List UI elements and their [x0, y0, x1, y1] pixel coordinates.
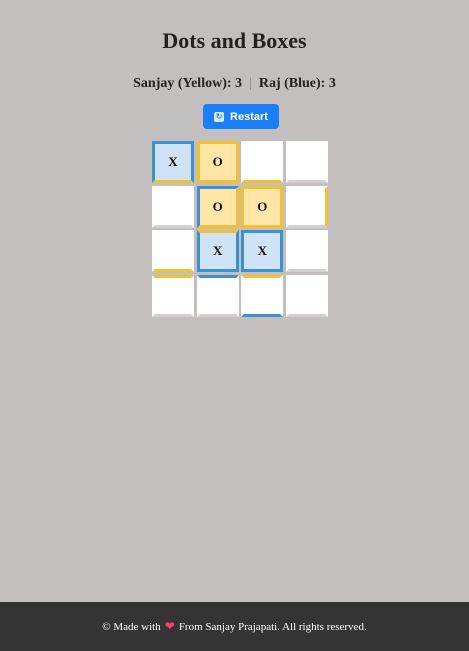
board-cell[interactable]	[196, 275, 239, 317]
footer: © Made with ❤ From Sanjay Prajapati. All…	[0, 602, 469, 651]
board-cell[interactable]	[286, 141, 328, 183]
heart-icon: ❤	[164, 619, 175, 633]
board-cell[interactable]	[152, 275, 194, 317]
board-cell[interactable]	[152, 185, 194, 228]
cell-mark: X	[212, 243, 223, 259]
player2-score: Raj (Blue): 3	[258, 76, 336, 91]
scoreboard: Sanjay (Yellow): 3 | Raj (Blue): 3	[0, 76, 469, 92]
footer-suffix: From Sanjay Prajapati. All rights reserv…	[178, 620, 367, 633]
board-cell[interactable]: X	[241, 230, 284, 273]
board-cell[interactable]	[241, 141, 284, 183]
cell-mark: X	[168, 154, 178, 169]
restart-button[interactable]: ↻ Restart	[203, 104, 279, 129]
board-cell[interactable]: X	[196, 230, 239, 273]
board-cell[interactable]	[286, 185, 328, 228]
cell-mark: O	[212, 154, 223, 169]
board-cell[interactable]: O	[241, 185, 284, 228]
board-cell[interactable]	[152, 230, 194, 273]
board-cell[interactable]: O	[196, 141, 239, 183]
board-cell[interactable]	[241, 275, 284, 317]
restart-label: Restart	[230, 110, 268, 123]
score-separator: |	[249, 76, 252, 91]
board-cell[interactable]	[286, 230, 328, 273]
board-cell[interactable]: O	[196, 185, 239, 228]
board-cell[interactable]	[286, 275, 328, 317]
cell-mark: O	[212, 198, 223, 214]
cell-mark: X	[257, 243, 268, 259]
game-board: X O O O X X	[152, 141, 330, 319]
footer-prefix: © Made with	[102, 620, 161, 633]
page-title: Dots and Boxes	[162, 28, 307, 53]
board-cell[interactable]: X	[152, 141, 194, 183]
player1-score: Sanjay (Yellow): 3	[133, 76, 243, 91]
restart-icon: ↻	[214, 111, 225, 122]
cell-mark: O	[257, 198, 268, 214]
